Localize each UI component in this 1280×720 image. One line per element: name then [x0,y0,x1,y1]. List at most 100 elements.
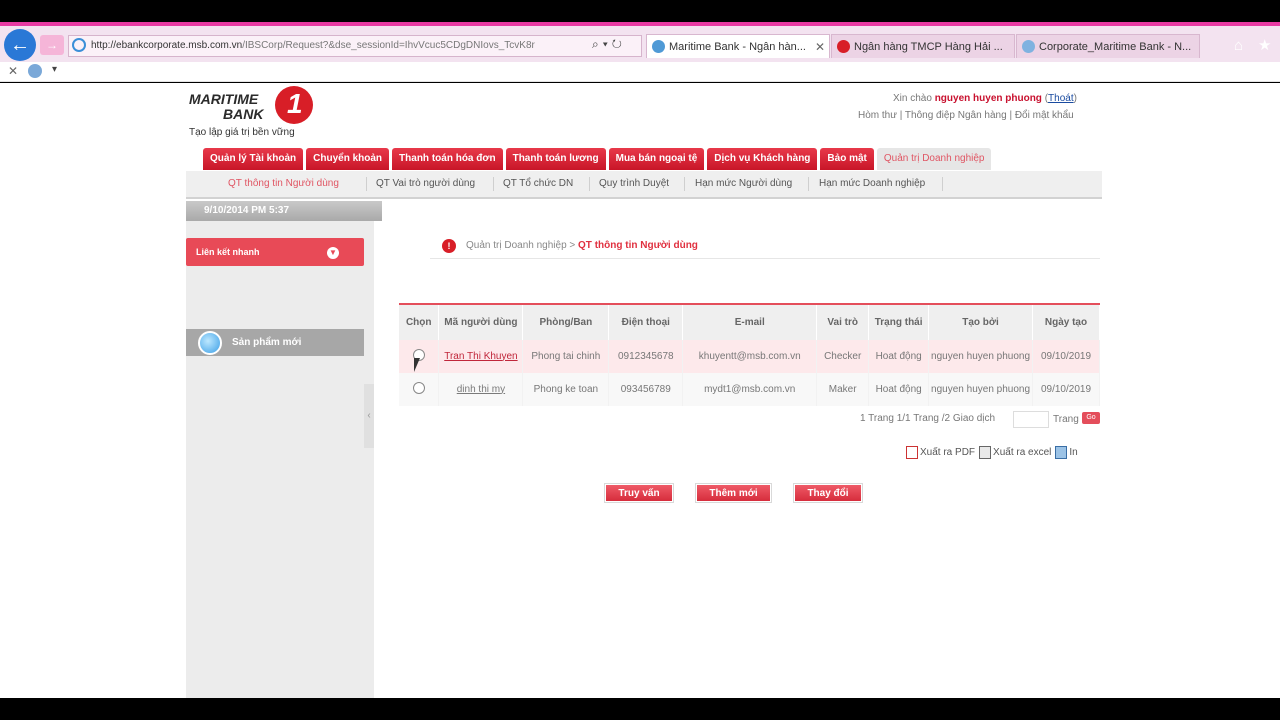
forward-arrow-icon[interactable]: → [40,35,64,55]
bank-messages-link[interactable]: Thông điệp Ngân hàng [905,110,1007,121]
col-email: E-mail [682,304,818,340]
creator-cell: nguyen huyen phuong [928,373,1033,406]
nav-bill-payment[interactable]: Thanh toán hóa đơn [392,148,503,170]
col-phone: Điện thoại [608,304,684,340]
user-link[interactable]: Tran Thi Khuyen [444,351,517,362]
divider [589,177,590,191]
sidebar [186,221,374,698]
divider [684,177,685,191]
sub-nav: QT thông tin Người dùng QT Vai trò người… [186,171,1102,199]
date-cell: 09/10/2019 [1032,340,1101,373]
tab-corporate[interactable]: Corporate_Maritime Bank - N... [1016,34,1200,58]
col-created-date: Ngày tạo [1032,304,1101,340]
close-icon[interactable]: ✕ [8,64,18,78]
nav-transfer[interactable]: Chuyển khoản [306,148,390,170]
addon-icon[interactable] [28,64,42,78]
go-button[interactable]: Go [1082,412,1100,424]
col-select: Chọn [399,304,440,340]
breadcrumb: ! Quản trị Doanh nghiệp > QT thông tin N… [440,239,698,253]
slogan: Tạo lập giá trị bền vững [189,127,295,138]
excel-icon [979,446,992,459]
address-bar[interactable]: http://ebankcorporate.msb.com.vn/IBSCorp… [68,35,642,57]
role-cell: Maker [816,373,870,406]
main-nav: Quản lý Tài khoản Chuyển khoản Thanh toá… [203,148,992,170]
chevron-down-icon[interactable]: ▾ [52,64,57,75]
nav-account-management[interactable]: Quản lý Tài khoản [203,148,304,170]
logo-text: MARITIME BANK [189,92,263,122]
col-department: Phòng/Ban [522,304,610,340]
subnav-org[interactable]: QT Tổ chức DN [503,178,573,189]
top-links: Hòm thư | Thông điệp Ngân hàng | Đổi mật… [858,110,1074,121]
maritime-favicon-icon [837,40,850,53]
subnav-approval-flow[interactable]: Quy trình Duyệt [599,178,669,189]
export-excel-label: Xuất ra excel [993,447,1052,459]
divider [808,177,809,191]
refresh-icon[interactable]: ↻ [612,37,626,51]
sidebar-collapse-handle[interactable]: ‹ [364,384,374,448]
breadcrumb-root[interactable]: Quản trị Doanh nghiệp [466,240,567,251]
export-excel-link[interactable]: Xuất ra excel [979,446,1051,459]
col-status: Trạng thái [868,304,930,340]
nav-foreign-exchange[interactable]: Mua bán ngoại tệ [608,148,705,170]
export-pdf-label: Xuất ra PDF [920,447,976,459]
phone-cell: 0912345678 [608,340,684,373]
tab-maritime-bank[interactable]: Maritime Bank - Ngân hàn... ✕ [646,34,830,58]
print-link[interactable]: In [1055,446,1078,459]
export-pdf-link[interactable]: Xuất ra PDF [906,446,975,459]
back-arrow-icon[interactable]: ← [4,29,36,61]
add-button[interactable]: Thêm mới [696,484,771,502]
greeting: Xin chào nguyen huyen phuong (Thoát) [893,93,1077,104]
tab-ngan-hang[interactable]: Ngân hàng TMCP Hàng Hải ... [831,34,1015,58]
screen-bottom-bar [0,698,1280,720]
subnav-user-roles[interactable]: QT Vai trò người dùng [376,178,475,189]
subnav-user-info[interactable]: QT thông tin Người dùng [228,178,339,189]
quicklinks-label: Liên kết nhanh [196,247,260,257]
tab-label: Ngân hàng TMCP Hàng Hải ... [854,41,1003,53]
username: nguyen huyen phuong [934,93,1042,104]
home-icon[interactable]: ⌂ [1234,37,1243,54]
user-cell: dinh thi my [438,373,524,406]
logo-line1: MARITIME [189,91,259,107]
new-products-icon [198,331,222,355]
dropdown-icon[interactable]: ▾ [603,37,612,51]
row-radio[interactable] [412,381,425,394]
screen-top-bar [0,0,1280,22]
subnav-business-limits[interactable]: Hạn mức Doanh nghiệp [819,178,925,189]
export-links: Xuất ra PDF Xuất ra excel In [906,446,1078,459]
browser-accent [0,22,1280,26]
address-tools[interactable]: ⌕▾↻ [592,37,640,55]
ie-page-icon [1022,40,1035,53]
chevron-down-icon[interactable]: ▼ [327,247,339,259]
query-button[interactable]: Truy vấn [605,484,673,502]
inbox-link[interactable]: Hòm thư [858,110,897,121]
user-cell: Tran Thi Khuyen [438,340,524,373]
divider [493,177,494,191]
url-path: /IBSCorp/Request?&dse_sessionId=IhvVcuc5… [242,40,535,51]
user-link[interactable]: dinh thi my [457,384,505,395]
nav-payroll[interactable]: Thanh toán lương [505,148,606,170]
maritime-bank-logo[interactable]: MARITIME BANK [189,86,319,132]
quicklinks-panel[interactable]: Liên kết nhanh ▼ [186,238,364,266]
search-icon[interactable]: ⌕ [592,37,603,51]
dept-cell: Phong ke toan [522,373,610,406]
subnav-user-limits[interactable]: Hạn mức Người dùng [695,178,792,189]
nav-security[interactable]: Bảo mật [820,148,874,170]
email-cell: mydt1@msb.com.vn [682,373,818,406]
table-row[interactable]: dinh thi my Phong ke toan 093456789 mydt… [399,373,1101,406]
nav-customer-service[interactable]: Dịch vụ Khách hàng [707,148,818,170]
divider [366,177,367,191]
greeting-prefix: Xin chào [893,93,932,104]
favorites-star-icon[interactable]: ★ [1258,36,1271,54]
nav-business-admin[interactable]: Quản trị Doanh nghiệp [876,148,992,170]
page-number-input[interactable] [1013,411,1049,428]
table-row[interactable]: Tran Thi Khuyen Phong tai chinh 09123456… [399,340,1101,373]
logout-link[interactable]: Thoát [1048,93,1074,104]
change-button[interactable]: Thay đổi [794,484,862,502]
close-icon[interactable]: ✕ [815,35,825,58]
status-cell: Hoat động [868,340,930,373]
datetime-bar: 9/10/2014 PM 5:37 [186,201,382,221]
site-icon [72,38,86,52]
email-cell: khuyentt@msb.com.vn [682,340,818,373]
pager-label: Trang [1053,414,1079,425]
change-password-link[interactable]: Đổi mật khẩu [1015,110,1074,121]
